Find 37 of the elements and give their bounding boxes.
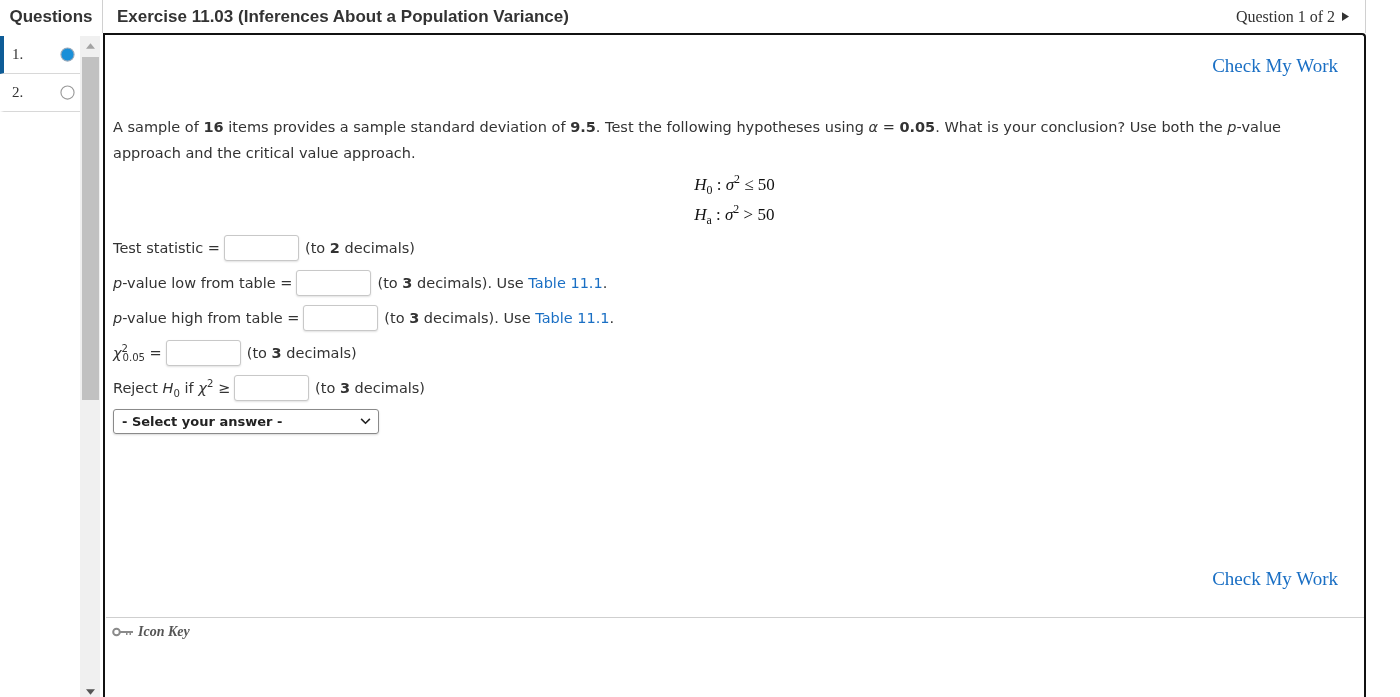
answer-field[interactable] (303, 304, 379, 331)
check-my-work-link[interactable]: Check My Work (1212, 55, 1338, 77)
answer-select[interactable]: - Select your answer - (113, 409, 379, 434)
field-label: Test statistic = (113, 239, 220, 256)
question-item[interactable]: 1. (0, 36, 80, 74)
question-counter: Question 1 of 2 (1235, 7, 1335, 26)
decimals-hint: (to 3 decimals). Use Table 11.1. (377, 274, 608, 291)
decimals-hint: (to 3 decimals) (246, 344, 357, 361)
icon-key-link[interactable]: Icon Key (138, 624, 190, 640)
exercise-title: Exercise 11.03 (Inferences About a Population Variance) (117, 6, 569, 27)
answer-field[interactable] (296, 269, 372, 296)
triangle-right-icon[interactable] (1342, 12, 1349, 21)
answer-field[interactable] (224, 234, 299, 261)
answer-field[interactable] (165, 339, 241, 366)
scroll-down-icon[interactable] (85, 689, 95, 695)
problem-text: A sample of 16 items provides a sample standard deviation of 9.5. Test the following hypotheses using α = 0.05. What is your conclusion? Use both the p-value approach and the critical value approach. (112, 118, 1283, 163)
field-label: Reject H$_{0}$ if χ$^{2}$ ≥ (113, 379, 231, 396)
table-link[interactable]: Table 11.1 (535, 309, 610, 326)
chevron-down-icon (360, 418, 371, 425)
key-icon[interactable] (112, 627, 134, 637)
scrollbar-thumb[interactable] (81, 57, 99, 400)
status-dot-icon (60, 85, 75, 100)
decimals-hint: (to 3 decimals) (315, 379, 425, 396)
decimals-hint: (to 2 decimals) (305, 239, 415, 256)
hypothesis-text: H$_{0}$ : σ$^{2}$ ≤ 50 (694, 171, 775, 200)
scroll-up-icon[interactable] (85, 43, 95, 49)
questions-heading: Questions (9, 6, 93, 27)
decimals-hint: (to 3 decimals). Use Table 11.1. (384, 309, 615, 326)
check-my-work-link[interactable]: Check My Work (1212, 568, 1338, 590)
table-link[interactable]: Table 11.1 (528, 274, 603, 291)
status-dot-icon (60, 47, 75, 62)
hypothesis-text: H$_{a}$ : σ$^{2}$ > 50 (694, 201, 775, 230)
field-label: p-value high from table = (113, 309, 300, 326)
answer-field[interactable] (234, 374, 310, 401)
scrollbar-track[interactable] (80, 36, 100, 697)
field-label: χ$^{2}$$_{0.05}$ = (113, 344, 162, 361)
field-label: p-value low from table = (113, 274, 293, 291)
